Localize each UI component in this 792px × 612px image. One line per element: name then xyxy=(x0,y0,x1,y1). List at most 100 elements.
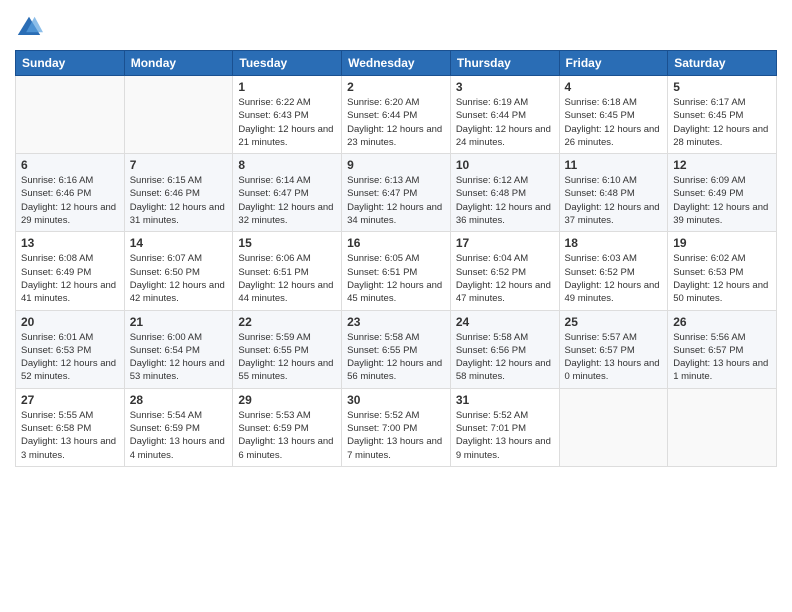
day-number: 8 xyxy=(238,158,336,172)
calendar-cell: 19 Sunrise: 6:02 AMSunset: 6:53 PMDayligh… xyxy=(668,232,777,310)
header xyxy=(15,10,777,42)
day-number: 9 xyxy=(347,158,445,172)
day-info: Sunrise: 6:04 AMSunset: 6:52 PMDaylight:… xyxy=(456,252,554,305)
day-info: Sunrise: 5:58 AMSunset: 6:56 PMDaylight:… xyxy=(456,331,554,384)
day-number: 13 xyxy=(21,236,119,250)
calendar-week-row: 6 Sunrise: 6:16 AMSunset: 6:46 PMDaylight… xyxy=(16,154,777,232)
calendar-cell: 7Sunrise: 6:15 AMSunset: 6:46 PMDaylight… xyxy=(124,154,233,232)
calendar-cell: 16Sunrise: 6:05 AMSunset: 6:51 PMDayligh… xyxy=(342,232,451,310)
calendar-cell: 14 Sunrise: 6:07 AMSunset: 6:50 PMDayligh… xyxy=(124,232,233,310)
calendar-cell: 26Sunrise: 5:56 AMSunset: 6:57 PMDayligh… xyxy=(668,310,777,388)
day-number: 24 xyxy=(456,315,554,329)
day-info: Sunrise: 6:22 AMSunset: 6:43 PMDaylight:… xyxy=(238,96,336,149)
day-number: 14 xyxy=(130,236,228,250)
day-info: Sunrise: 5:55 AMSunset: 6:58 PMDaylight:… xyxy=(21,409,119,462)
calendar-cell: 18 Sunrise: 6:03 AMSunset: 6:52 PMDayligh… xyxy=(559,232,668,310)
calendar-cell: 25 Sunrise: 5:57 AMSunset: 6:57 PMDayligh… xyxy=(559,310,668,388)
day-number: 3 xyxy=(456,80,554,94)
calendar-cell xyxy=(16,76,125,154)
day-number: 23 xyxy=(347,315,445,329)
day-info: Sunrise: 6:16 AMSunset: 6:46 PMDaylight:… xyxy=(21,174,119,227)
day-info: Sunrise: 6:02 AMSunset: 6:53 PMDaylight:… xyxy=(673,252,771,305)
calendar-cell: 3Sunrise: 6:19 AMSunset: 6:44 PMDaylight… xyxy=(450,76,559,154)
day-info: Sunrise: 6:08 AMSunset: 6:49 PMDaylight:… xyxy=(21,252,119,305)
calendar-cell: 30 Sunrise: 5:52 AMSunset: 7:00 PMDayligh… xyxy=(342,388,451,466)
calendar-table: SundayMondayTuesdayWednesdayThursdayFrid… xyxy=(15,50,777,467)
logo-icon xyxy=(15,14,43,42)
weekday-header: Tuesday xyxy=(233,51,342,76)
day-number: 5 xyxy=(673,80,771,94)
day-info: Sunrise: 6:15 AMSunset: 6:46 PMDaylight:… xyxy=(130,174,228,227)
calendar-cell xyxy=(668,388,777,466)
day-number: 28 xyxy=(130,393,228,407)
calendar-cell: 31 Sunrise: 5:52 AMSunset: 7:01 PMDayligh… xyxy=(450,388,559,466)
day-number: 29 xyxy=(238,393,336,407)
calendar-cell: 21 Sunrise: 6:00 AMSunset: 6:54 PMDayligh… xyxy=(124,310,233,388)
day-info: Sunrise: 6:18 AMSunset: 6:45 PMDaylight:… xyxy=(565,96,663,149)
day-number: 11 xyxy=(565,158,663,172)
day-info: Sunrise: 6:13 AMSunset: 6:47 PMDaylight:… xyxy=(347,174,445,227)
day-number: 22 xyxy=(238,315,336,329)
day-info: Sunrise: 5:52 AMSunset: 7:01 PMDaylight:… xyxy=(456,409,554,462)
day-number: 15 xyxy=(238,236,336,250)
day-number: 31 xyxy=(456,393,554,407)
calendar-cell: 12 Sunrise: 6:09 AMSunset: 6:49 PMDayligh… xyxy=(668,154,777,232)
calendar-cell: 20 Sunrise: 6:01 AMSunset: 6:53 PMDayligh… xyxy=(16,310,125,388)
day-number: 21 xyxy=(130,315,228,329)
logo xyxy=(15,14,45,42)
calendar-week-row: 20 Sunrise: 6:01 AMSunset: 6:53 PMDayligh… xyxy=(16,310,777,388)
day-info: Sunrise: 5:58 AMSunset: 6:55 PMDaylight:… xyxy=(347,331,445,384)
calendar-cell: 22 Sunrise: 5:59 AMSunset: 6:55 PMDayligh… xyxy=(233,310,342,388)
calendar-cell: 9 Sunrise: 6:13 AMSunset: 6:47 PMDaylight… xyxy=(342,154,451,232)
day-number: 6 xyxy=(21,158,119,172)
day-info: Sunrise: 6:07 AMSunset: 6:50 PMDaylight:… xyxy=(130,252,228,305)
day-info: Sunrise: 6:14 AMSunset: 6:47 PMDaylight:… xyxy=(238,174,336,227)
calendar-cell: 1 Sunrise: 6:22 AMSunset: 6:43 PMDaylight… xyxy=(233,76,342,154)
day-info: Sunrise: 5:52 AMSunset: 7:00 PMDaylight:… xyxy=(347,409,445,462)
calendar-cell: 23 Sunrise: 5:58 AMSunset: 6:55 PMDayligh… xyxy=(342,310,451,388)
day-number: 30 xyxy=(347,393,445,407)
calendar-week-row: 27 Sunrise: 5:55 AMSunset: 6:58 PMDayligh… xyxy=(16,388,777,466)
day-info: Sunrise: 6:00 AMSunset: 6:54 PMDaylight:… xyxy=(130,331,228,384)
day-info: Sunrise: 5:57 AMSunset: 6:57 PMDaylight:… xyxy=(565,331,663,384)
day-info: Sunrise: 6:03 AMSunset: 6:52 PMDaylight:… xyxy=(565,252,663,305)
day-number: 1 xyxy=(238,80,336,94)
day-info: Sunrise: 6:10 AMSunset: 6:48 PMDaylight:… xyxy=(565,174,663,227)
day-info: Sunrise: 5:53 AMSunset: 6:59 PMDaylight:… xyxy=(238,409,336,462)
calendar-week-row: 13 Sunrise: 6:08 AMSunset: 6:49 PMDayligh… xyxy=(16,232,777,310)
day-number: 2 xyxy=(347,80,445,94)
day-number: 27 xyxy=(21,393,119,407)
day-number: 18 xyxy=(565,236,663,250)
day-number: 4 xyxy=(565,80,663,94)
weekday-header: Saturday xyxy=(668,51,777,76)
weekday-header: Wednesday xyxy=(342,51,451,76)
calendar-week-row: 1 Sunrise: 6:22 AMSunset: 6:43 PMDaylight… xyxy=(16,76,777,154)
calendar-cell xyxy=(559,388,668,466)
day-number: 25 xyxy=(565,315,663,329)
calendar-cell: 8 Sunrise: 6:14 AMSunset: 6:47 PMDaylight… xyxy=(233,154,342,232)
day-info: Sunrise: 6:12 AMSunset: 6:48 PMDaylight:… xyxy=(456,174,554,227)
day-info: Sunrise: 5:54 AMSunset: 6:59 PMDaylight:… xyxy=(130,409,228,462)
calendar-cell: 13 Sunrise: 6:08 AMSunset: 6:49 PMDayligh… xyxy=(16,232,125,310)
day-info: Sunrise: 6:20 AMSunset: 6:44 PMDaylight:… xyxy=(347,96,445,149)
day-number: 26 xyxy=(673,315,771,329)
day-info: Sunrise: 6:09 AMSunset: 6:49 PMDaylight:… xyxy=(673,174,771,227)
weekday-header: Sunday xyxy=(16,51,125,76)
day-number: 19 xyxy=(673,236,771,250)
calendar-cell: 15Sunrise: 6:06 AMSunset: 6:51 PMDayligh… xyxy=(233,232,342,310)
weekday-header: Monday xyxy=(124,51,233,76)
calendar-cell xyxy=(124,76,233,154)
calendar-cell: 2 Sunrise: 6:20 AMSunset: 6:44 PMDaylight… xyxy=(342,76,451,154)
calendar-cell: 17Sunrise: 6:04 AMSunset: 6:52 PMDayligh… xyxy=(450,232,559,310)
calendar-cell: 6 Sunrise: 6:16 AMSunset: 6:46 PMDaylight… xyxy=(16,154,125,232)
day-info: Sunrise: 6:05 AMSunset: 6:51 PMDaylight:… xyxy=(347,252,445,305)
day-info: Sunrise: 6:17 AMSunset: 6:45 PMDaylight:… xyxy=(673,96,771,149)
day-number: 10 xyxy=(456,158,554,172)
calendar-cell: 28 Sunrise: 5:54 AMSunset: 6:59 PMDayligh… xyxy=(124,388,233,466)
day-info: Sunrise: 6:01 AMSunset: 6:53 PMDaylight:… xyxy=(21,331,119,384)
day-number: 20 xyxy=(21,315,119,329)
day-number: 12 xyxy=(673,158,771,172)
weekday-header-row: SundayMondayTuesdayWednesdayThursdayFrid… xyxy=(16,51,777,76)
day-info: Sunrise: 5:59 AMSunset: 6:55 PMDaylight:… xyxy=(238,331,336,384)
calendar-cell: 27 Sunrise: 5:55 AMSunset: 6:58 PMDayligh… xyxy=(16,388,125,466)
